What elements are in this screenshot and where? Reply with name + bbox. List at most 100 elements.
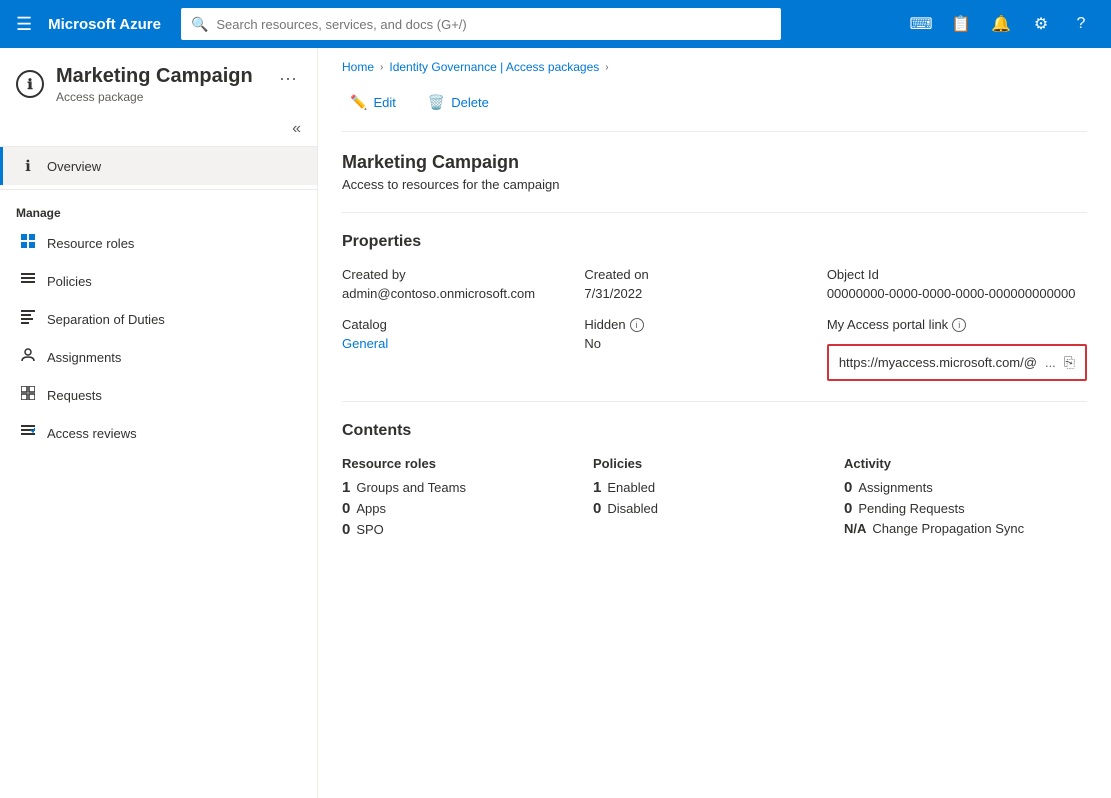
portal-link-info-icon[interactable]: i	[952, 318, 966, 332]
contents-section: Contents Resource roles 1 Groups and Tea…	[342, 422, 1087, 538]
list-item: 0 Assignments	[844, 479, 1087, 496]
delete-button[interactable]: 🗑️ Delete	[420, 90, 497, 115]
sidebar-item-assignments[interactable]: Assignments	[0, 338, 317, 376]
hidden-info-icon[interactable]: i	[630, 318, 644, 332]
edit-button[interactable]: ✏️ Edit	[342, 90, 404, 115]
list-item: 1 Enabled	[593, 479, 836, 496]
portal-link-box: https://myaccess.microsoft.com/@ ... ⎘	[827, 344, 1087, 381]
requests-label: Requests	[47, 388, 102, 403]
prop-hidden: Hidden i No	[584, 317, 826, 381]
breadcrumb: Home › Identity Governance | Access pack…	[318, 48, 1111, 82]
apps-label: Apps	[356, 501, 386, 516]
catalog-label: Catalog	[342, 317, 584, 332]
groups-label: Groups and Teams	[356, 480, 466, 495]
portal-link-label: My Access portal link i	[827, 317, 1087, 332]
assignments-label: Assignments	[858, 480, 932, 495]
enabled-label: Enabled	[607, 480, 655, 495]
assignments-label: Assignments	[47, 350, 121, 365]
portal-link-ellipsis: ...	[1045, 355, 1056, 370]
settings-icon[interactable]: ⚙	[1023, 6, 1059, 42]
created-on-value: 7/31/2022	[584, 286, 826, 301]
feedback-icon[interactable]: 📋	[943, 6, 979, 42]
breadcrumb-identity-governance[interactable]: Identity Governance | Access packages	[389, 60, 599, 74]
sidebar-item-resource-roles[interactable]: Resource roles	[0, 224, 317, 262]
created-by-label: Created by	[342, 267, 584, 282]
separation-of-duties-icon	[19, 310, 37, 328]
portal-link-url: https://myaccess.microsoft.com/@	[839, 355, 1037, 370]
prop-object-id: Object Id 00000000-0000-0000-0000-000000…	[827, 267, 1087, 301]
contents-title: Contents	[342, 422, 1087, 440]
nav-icon-group: ⌨ 📋 🔔 ⚙ ?	[903, 6, 1099, 42]
more-options-button[interactable]: ···	[275, 64, 301, 93]
search-bar[interactable]: 🔍	[181, 8, 781, 40]
help-icon[interactable]: ?	[1063, 6, 1099, 42]
prop-created-by: Created by admin@contoso.onmicrosoft.com	[342, 267, 584, 301]
prop-portal-link: My Access portal link i https://myaccess…	[827, 317, 1087, 381]
policies-col-title: Policies	[593, 456, 836, 471]
hamburger-menu[interactable]: ☰	[12, 10, 36, 39]
overview-label: Overview	[47, 159, 101, 174]
toolbar: ✏️ Edit 🗑️ Delete	[342, 82, 1087, 132]
policies-items: 1 Enabled 0 Disabled	[593, 479, 836, 517]
sidebar-title-block: Marketing Campaign Access package	[56, 64, 263, 104]
list-item: N/A Change Propagation Sync	[844, 521, 1087, 536]
divider-1	[342, 212, 1087, 213]
object-id-value: 00000000-0000-0000-0000-000000000000	[827, 286, 1087, 301]
disabled-count: 0	[593, 500, 601, 517]
access-reviews-label: Access reviews	[47, 426, 137, 441]
sidebar-item-policies[interactable]: Policies	[0, 262, 317, 300]
sidebar-item-requests[interactable]: Requests	[0, 376, 317, 414]
catalog-value[interactable]: General	[342, 336, 584, 351]
created-on-label: Created on	[584, 267, 826, 282]
contents-grid: Resource roles 1 Groups and Teams 0 Apps	[342, 456, 1087, 538]
sidebar-item-separation-of-duties[interactable]: Separation of Duties	[0, 300, 317, 338]
manage-section-title: Manage	[0, 194, 317, 224]
pending-requests-count: 0	[844, 500, 852, 517]
policies-icon	[19, 272, 37, 290]
page-title: Marketing Campaign	[342, 152, 1087, 173]
divider-2	[342, 401, 1087, 402]
sidebar-item-access-reviews[interactable]: Access reviews	[0, 414, 317, 452]
change-propagation-label: Change Propagation Sync	[872, 521, 1024, 536]
activity-items: 0 Assignments 0 Pending Requests N/A Cha…	[844, 479, 1087, 536]
top-navigation: ☰ Microsoft Azure 🔍 ⌨ 📋 🔔 ⚙ ?	[0, 0, 1111, 48]
sidebar-item-overview[interactable]: ℹ Overview	[0, 147, 317, 185]
breadcrumb-home[interactable]: Home	[342, 60, 374, 74]
properties-grid: Created by admin@contoso.onmicrosoft.com…	[342, 267, 1087, 381]
search-icon: 🔍	[191, 16, 208, 33]
resource-roles-label: Resource roles	[47, 236, 134, 251]
properties-section: Properties Created by admin@contoso.onmi…	[342, 233, 1087, 381]
prop-created-on: Created on 7/31/2022	[584, 267, 826, 301]
sidebar-title: Marketing Campaign	[56, 64, 263, 88]
contents-resource-roles-col: Resource roles 1 Groups and Teams 0 Apps	[342, 456, 585, 538]
hidden-value: No	[584, 336, 826, 351]
activity-col-title: Activity	[844, 456, 1087, 471]
edit-icon: ✏️	[350, 94, 367, 111]
resource-roles-col-title: Resource roles	[342, 456, 585, 471]
created-by-value: admin@contoso.onmicrosoft.com	[342, 286, 584, 301]
main-content: Home › Identity Governance | Access pack…	[318, 48, 1111, 798]
overview-icon: ℹ	[19, 157, 37, 175]
copy-link-button[interactable]: ⎘	[1064, 354, 1075, 371]
collapse-icon[interactable]: «	[284, 116, 309, 142]
bell-icon[interactable]: 🔔	[983, 6, 1019, 42]
prop-catalog: Catalog General	[342, 317, 584, 381]
hidden-label: Hidden i	[584, 317, 826, 332]
apps-count: 0	[342, 500, 350, 517]
object-id-label: Object Id	[827, 267, 1087, 282]
resource-roles-items: 1 Groups and Teams 0 Apps 0 SPO	[342, 479, 585, 538]
list-item: 0 SPO	[342, 521, 585, 538]
breadcrumb-sep-1: ›	[380, 62, 383, 73]
policies-label: Policies	[47, 274, 92, 289]
properties-title: Properties	[342, 233, 1087, 251]
disabled-label: Disabled	[607, 501, 658, 516]
main-container: ℹ Marketing Campaign Access package ··· …	[0, 48, 1111, 798]
search-input[interactable]	[216, 17, 771, 32]
contents-policies-col: Policies 1 Enabled 0 Disabled	[593, 456, 836, 538]
resource-icon: ℹ	[16, 70, 44, 98]
requests-icon	[19, 386, 37, 404]
enabled-count: 1	[593, 479, 601, 496]
page-description: Access to resources for the campaign	[342, 177, 1087, 192]
pending-requests-label: Pending Requests	[858, 501, 964, 516]
terminal-icon[interactable]: ⌨	[903, 6, 939, 42]
